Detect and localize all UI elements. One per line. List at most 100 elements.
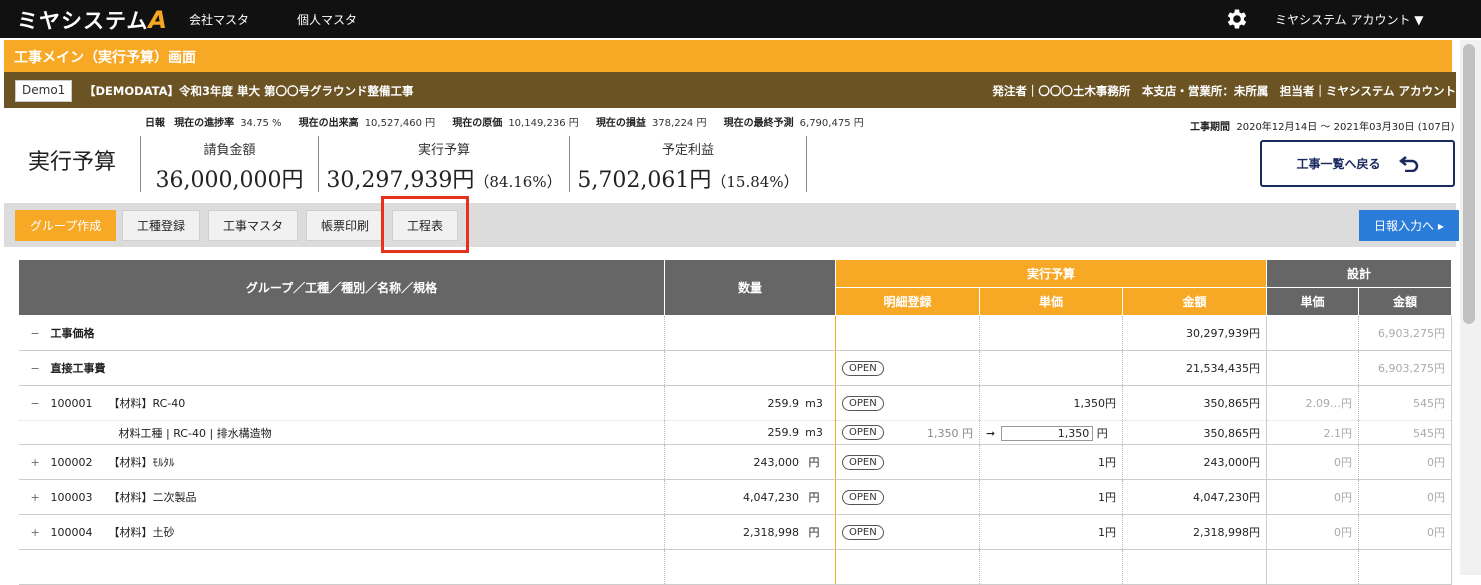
col-budget-group: 実行予算 bbox=[835, 259, 1267, 288]
toggle-icon[interactable]: − bbox=[25, 397, 51, 410]
design-amount-cell: 545円 bbox=[1358, 385, 1452, 421]
amount-cell: 2,318,998円 bbox=[1122, 514, 1267, 550]
design-amount-cell: 0円 bbox=[1358, 444, 1452, 480]
period-label: 工事期間 bbox=[1190, 122, 1230, 133]
open-button[interactable]: OPEN bbox=[842, 489, 884, 505]
print-forms-button[interactable]: 帳票印刷 bbox=[306, 210, 385, 241]
open-button[interactable]: OPEN bbox=[842, 454, 884, 470]
quantity-value: 259.9 bbox=[767, 396, 800, 410]
unit-price-cell: 1円 bbox=[979, 514, 1123, 550]
kpi-value: 30,297,939円 bbox=[326, 168, 475, 193]
amount-cell: 350,865円 bbox=[1122, 420, 1267, 445]
unit-price-cell: 1円 bbox=[979, 479, 1123, 515]
kpi-label: 実行予算 bbox=[417, 143, 470, 158]
table-row[interactable]: − 工事価格 30,297,939円 6,903,275円 bbox=[18, 315, 1452, 351]
col-design-unit: 単価 bbox=[1266, 287, 1359, 316]
detail-cell: OPEN bbox=[835, 514, 980, 550]
design-unit-cell bbox=[1266, 350, 1359, 386]
stat-label: 現在の原価 bbox=[452, 118, 503, 129]
account-menu[interactable]: ミヤシステム アカウント ▼ bbox=[1275, 11, 1424, 28]
table-row[interactable]: − 直接工事費 OPEN 21,534,435円 6,903,275円 bbox=[18, 350, 1452, 386]
stat-value: 34.75 % bbox=[240, 118, 282, 129]
toggle-icon[interactable]: + bbox=[25, 456, 51, 469]
table-row[interactable]: +100003 【材料】二次製品 4,047,230 円 OPEN 1円 4,047,230… bbox=[18, 479, 1452, 515]
item-name: 【材料】ﾓﾙﾀﾙ bbox=[108, 456, 175, 469]
amount-cell: 21,534,435円 bbox=[1122, 350, 1267, 386]
stat-value: 378,224 円 bbox=[651, 118, 707, 129]
kpi-label: 請負金額 bbox=[203, 143, 256, 158]
item-name: 【材料】RC-40 bbox=[108, 397, 186, 410]
nav-personal-master[interactable]: 個人マスタ bbox=[297, 11, 357, 28]
row-name-cell: − 直接工事費 bbox=[18, 350, 665, 386]
daily-report-button[interactable]: 日報入力へ ▸ bbox=[1359, 210, 1459, 241]
item-name: 【材料】土砂 bbox=[108, 526, 175, 539]
open-button[interactable]: OPEN bbox=[842, 524, 884, 540]
table-row[interactable]: +100002 【材料】ﾓﾙﾀﾙ 243,000 円 OPEN 1円 243,000円 0円 0… bbox=[18, 444, 1452, 480]
toggle-icon[interactable]: − bbox=[25, 327, 51, 340]
detail-cell: OPEN bbox=[835, 479, 980, 515]
unit-price-cell: ➞ 1,350 円 bbox=[979, 420, 1123, 445]
return-arrow-icon bbox=[1398, 155, 1418, 172]
row-name-cell: +100003 【材料】二次製品 bbox=[18, 479, 665, 515]
col-name: グループ／工種／種別／名称／規格 bbox=[18, 259, 665, 316]
design-amount-cell: 6,903,275円 bbox=[1358, 315, 1452, 351]
col-design-amount: 金額 bbox=[1358, 287, 1452, 316]
design-unit-cell: 2.09…円 bbox=[1266, 385, 1359, 421]
unit-suffix: 円 bbox=[1096, 426, 1108, 440]
scrollbar-thumb[interactable] bbox=[1463, 44, 1475, 324]
work-master-button[interactable]: 工事マスタ bbox=[208, 210, 299, 241]
open-button[interactable]: OPEN bbox=[842, 360, 884, 376]
stat-label: 現在の最終予測 bbox=[723, 118, 794, 129]
kpi-value: 36,000,000円 bbox=[155, 168, 304, 193]
toggle-icon[interactable]: + bbox=[25, 491, 51, 504]
detail-cell bbox=[835, 315, 980, 351]
arrow-right-icon: ➞ bbox=[986, 426, 996, 440]
amount-cell: 4,047,230円 bbox=[1122, 479, 1267, 515]
unit-price-cell: 1円 bbox=[979, 444, 1123, 480]
col-unit-price: 単価 bbox=[979, 287, 1123, 316]
stat-value: 6,790,475 円 bbox=[799, 118, 864, 129]
item-code: 100003 bbox=[50, 491, 93, 504]
sub-item-row[interactable]: 材料工種 | RC-40 | 排水構造物 259.9 m3 OPEN 1,350 円 ➞ 1… bbox=[18, 420, 1452, 445]
unit-price-input[interactable]: 1,350 bbox=[1001, 425, 1094, 441]
toggle-icon[interactable]: + bbox=[25, 526, 51, 539]
budget-table: グループ／工種／種別／名称／規格 数量 実行予算 設計 明細登録 単価 金額 単… bbox=[18, 259, 1452, 585]
detail-price: 1,350 円 bbox=[927, 426, 973, 440]
quantity-value: 243,000 bbox=[753, 456, 800, 469]
design-amount-cell: 6,903,275円 bbox=[1358, 350, 1452, 386]
quantity-value: 259.9 bbox=[767, 426, 800, 439]
app-logo[interactable]: ミヤシステムA bbox=[17, 5, 168, 35]
table-row[interactable]: +100004 【材料】土砂 2,318,998 円 OPEN 1円 2,318,998円 0… bbox=[18, 514, 1452, 550]
unit-price-cell bbox=[979, 350, 1123, 386]
toggle-icon[interactable]: − bbox=[25, 362, 51, 375]
table-row[interactable]: −100001 【材料】RC-40 259.9 m3 OPEN 1,350円 350,865… bbox=[18, 385, 1452, 421]
item-code: 100001 bbox=[50, 397, 93, 410]
col-design-group: 設計 bbox=[1266, 259, 1452, 288]
amount-cell: 30,297,939円 bbox=[1122, 315, 1267, 351]
design-unit-cell: 0円 bbox=[1266, 479, 1359, 515]
item-name: 【材料】二次製品 bbox=[108, 491, 197, 504]
kpi-percent: （15.84%） bbox=[711, 173, 799, 191]
kpi-budget: 実行予算 30,297,939円（84.16%） bbox=[318, 136, 569, 193]
quantity-unit: 円 bbox=[808, 491, 820, 504]
open-button[interactable]: OPEN bbox=[842, 395, 884, 411]
quantity-cell: 243,000 円 bbox=[664, 444, 836, 480]
design-amount-cell: 545円 bbox=[1358, 420, 1452, 445]
row-name-cell: −100001 【材料】RC-40 bbox=[18, 385, 665, 421]
register-work-type-button[interactable]: 工種登録 bbox=[122, 210, 201, 241]
item-name: 工事価格 bbox=[50, 327, 95, 340]
row-name-cell: +100004 【材料】土砂 bbox=[18, 514, 665, 550]
sub-item-name: 材料工種 | RC-40 | 排水構造物 bbox=[18, 420, 665, 445]
quantity-cell: 259.9 m3 bbox=[664, 420, 836, 445]
design-amount-cell: 0円 bbox=[1358, 479, 1452, 515]
open-button[interactable]: OPEN bbox=[842, 424, 884, 440]
back-to-list-button[interactable]: 工事一覧へ戻る bbox=[1260, 140, 1455, 187]
gear-icon[interactable] bbox=[1224, 6, 1250, 32]
table-row[interactable] bbox=[18, 549, 1452, 585]
amount-cell: 243,000円 bbox=[1122, 444, 1267, 480]
detail-cell: OPEN 1,350 円 bbox=[835, 420, 980, 445]
nav-company-master[interactable]: 会社マスタ bbox=[189, 11, 249, 28]
quantity-value: 4,047,230 bbox=[743, 491, 799, 504]
create-group-button[interactable]: グループ作成 bbox=[15, 210, 117, 241]
quantity-cell: 4,047,230 円 bbox=[664, 479, 836, 515]
